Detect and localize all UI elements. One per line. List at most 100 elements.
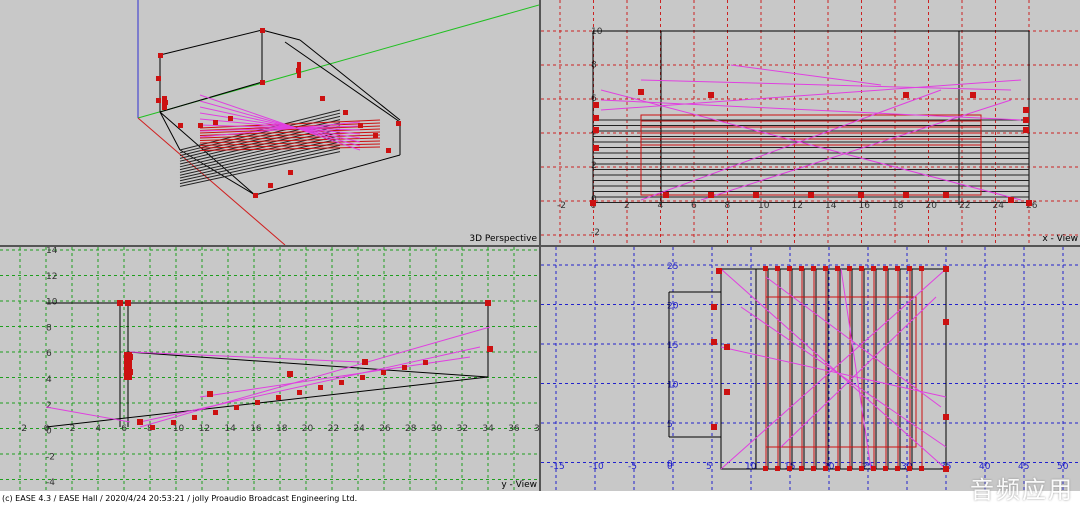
z-view-x-tick-label: -15 [550, 462, 565, 472]
z-view-pane[interactable]: -15-10-5051015202530354045502520151050 [541, 247, 1080, 491]
perspective-view-label: 3D Perspective [469, 234, 537, 244]
speaker-marker [260, 80, 265, 85]
speaker-marker [268, 183, 273, 188]
room-edge-line [159, 81, 263, 113]
speaker-marker [287, 371, 293, 377]
speaker-marker [811, 266, 816, 271]
speaker-marker [799, 466, 804, 471]
y-view-x-tick-label: 10 [173, 424, 185, 434]
seat-row-line [179, 141, 341, 179]
speaker-marker [903, 92, 909, 98]
y-view-x-tick-label: 22 [328, 424, 339, 434]
speaker-marker [593, 115, 599, 121]
speaker-marker [943, 414, 949, 420]
speaker-marker [213, 120, 218, 125]
speaker-marker [192, 415, 197, 420]
speaker-marker [1023, 107, 1029, 113]
speaker-marker [799, 266, 804, 271]
y-view-x-tick-label: 24 [353, 424, 365, 434]
speaker-marker [859, 466, 864, 471]
speaker-marker [943, 319, 949, 325]
perspective-view-pane[interactable]: 3D Perspective [0, 0, 539, 245]
ray-line [740, 306, 947, 448]
ray-line [840, 268, 872, 470]
y-view-label: y - View [501, 480, 537, 490]
speaker-marker [150, 425, 155, 430]
y-view-x-tick-label: 36 [508, 424, 520, 434]
speaker-marker [593, 127, 599, 133]
y-view-y-tick-label: -4 [46, 478, 55, 488]
speaker-marker [753, 192, 759, 198]
speaker-marker [943, 266, 949, 272]
y-view-x-tick-label: 20 [302, 424, 314, 434]
z-view-x-tick-label: -10 [589, 462, 604, 472]
y-view-y-tick-label: 12 [46, 272, 57, 282]
y-view-x-tick-label: 2 [70, 424, 76, 434]
speaker-marker [871, 266, 876, 271]
speaker-marker [716, 268, 722, 274]
speaker-marker [343, 110, 348, 115]
speaker-marker [156, 76, 161, 81]
ray-line [139, 346, 481, 423]
speaker-marker [125, 300, 131, 306]
speaker-marker [137, 419, 143, 425]
z-view-y-tick-label: 0 [667, 460, 673, 470]
speaker-marker [402, 365, 407, 370]
speaker-marker [919, 266, 924, 271]
speaker-marker [396, 121, 401, 126]
z-view-x-tick-label: -5 [628, 462, 637, 472]
ray-line [45, 406, 131, 423]
speaker-marker [373, 133, 378, 138]
y-view-x-tick-label: 4 [95, 424, 101, 434]
room-edge-line [261, 29, 301, 41]
speaker-marker [638, 89, 644, 95]
speaker-marker [775, 266, 780, 271]
horizontal-divider[interactable] [0, 245, 1080, 247]
speaker-marker [859, 266, 864, 271]
z-view-y-tick-label: 25 [667, 262, 678, 272]
z-view-canvas: -15-10-5051015202530354045502520151050 [541, 247, 1080, 491]
room-edge-line [159, 111, 256, 196]
speaker-marker [970, 92, 976, 98]
y-view-y-tick-label: 8 [46, 323, 52, 333]
speaker-marker [117, 300, 123, 306]
y-view-x-tick-label: 32 [457, 424, 468, 434]
speaker-marker [883, 466, 888, 471]
speaker-marker [171, 420, 176, 425]
speaker-marker [260, 28, 265, 33]
speaker-marker [158, 53, 163, 58]
ray-line [730, 64, 882, 86]
speaker-marker [763, 266, 768, 271]
speaker-marker [1026, 200, 1032, 206]
speaker-marker [320, 96, 325, 101]
speaker-marker [775, 466, 780, 471]
speaker-marker [487, 346, 493, 352]
speaker-marker [423, 360, 428, 365]
speaker-marker [907, 266, 912, 271]
speaker-marker [847, 466, 852, 471]
status-bar: (c) EASE 4.3 / EASE Hall / 2020/4/24 20:… [0, 491, 1080, 507]
speaker-marker [724, 344, 730, 350]
y-view-x-tick-label: 16 [250, 424, 262, 434]
room-edge-line [159, 29, 263, 56]
x-view-pane[interactable]: -2024681012141618202224261086420-2 x - V… [541, 0, 1080, 245]
speaker-marker [358, 123, 363, 128]
speaker-marker [823, 466, 828, 471]
y-view-x-tick-label: 34 [482, 424, 494, 434]
speaker-marker [895, 266, 900, 271]
x-view-x-tick-label: -2 [557, 201, 566, 211]
speaker-marker [711, 339, 717, 345]
y-view-y-tick-label: 14 [46, 247, 58, 256]
speaker-marker [871, 466, 876, 471]
speaker-marker [663, 192, 669, 198]
speaker-marker [276, 395, 281, 400]
speaker-marker [485, 300, 491, 306]
speaker-marker [823, 266, 828, 271]
speaker-marker [907, 466, 912, 471]
x-view-canvas: -2024681012141618202224261086420-2 [541, 0, 1080, 245]
y-view-pane[interactable]: -202468101214161820222426283032343638141… [0, 247, 539, 491]
speaker-marker [787, 466, 792, 471]
speaker-marker [198, 123, 203, 128]
speaker-marker [381, 370, 386, 375]
speaker-marker [711, 424, 717, 430]
